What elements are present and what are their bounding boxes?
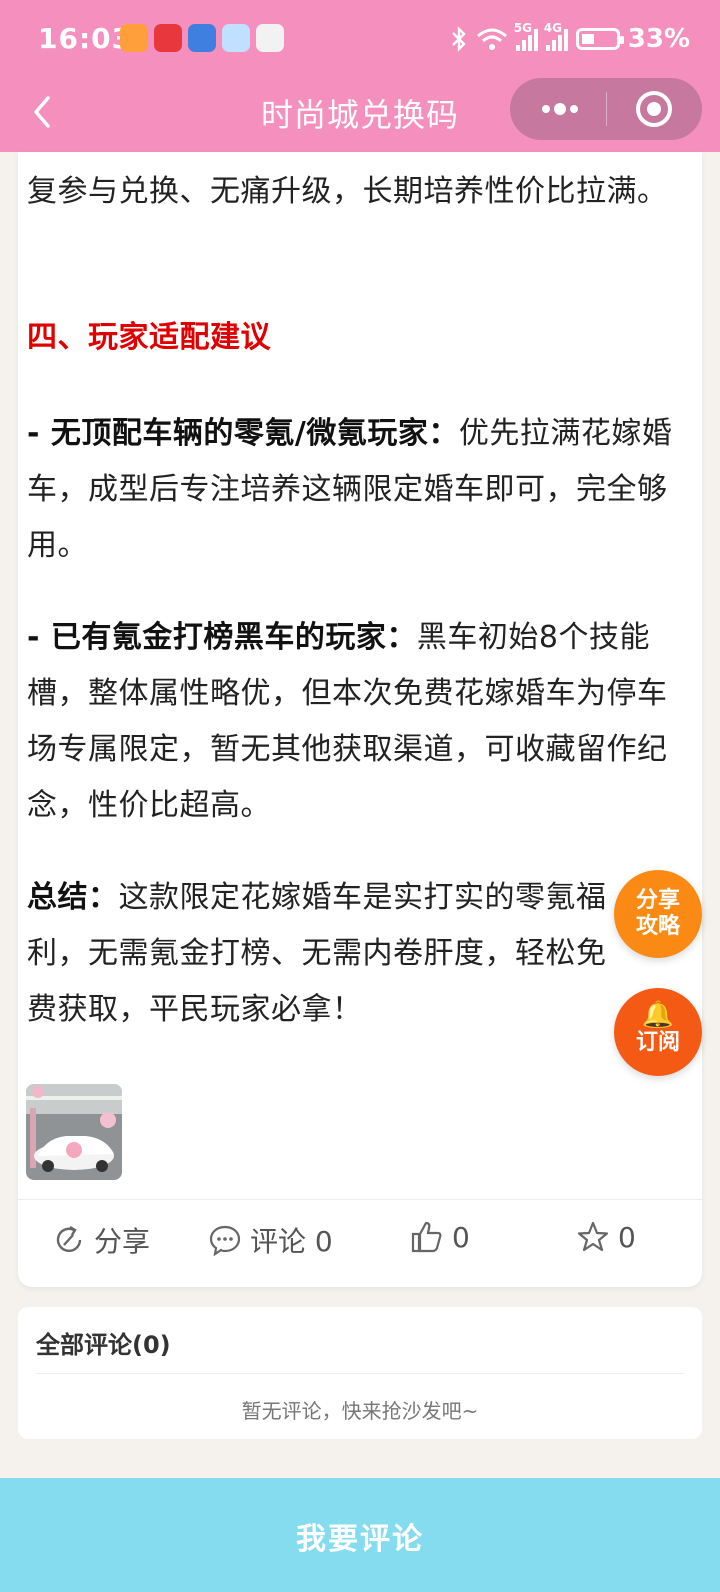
- bell-icon: 🔔: [641, 1000, 675, 1030]
- nav-header: 时尚城兑换码: [0, 78, 720, 152]
- wifi-icon: [476, 28, 507, 50]
- tip-bold: - 无顶配车辆的零氪/微氪玩家：: [27, 416, 459, 451]
- status-right: 5G 4G 33%: [450, 21, 690, 54]
- car-thumbnail-image[interactable]: [26, 1084, 122, 1180]
- capsule-divider: [606, 92, 607, 126]
- article-card: 复参与兑换、无痛升级，长期培养性价比拉满。 四、玩家适配建议 - 无顶配车辆的零…: [18, 152, 702, 1287]
- signal-5g-icon: 5G: [514, 21, 538, 51]
- tip-paragraph: - 已有氪金打榜黑车的玩家：黑车初始8个技能槽，整体属性略优，但本次免费花嫁婚车…: [27, 610, 695, 834]
- app-mail-icon: [154, 24, 182, 52]
- summary-paragraph: 总结：这款限定花嫁婚车是实打实的零氪福利，无需氪金打榜、无需内卷肝度，轻松免费获…: [27, 870, 619, 1038]
- action-bar: 分享 评论 0 0 0: [18, 1199, 702, 1287]
- star-icon: [577, 1221, 609, 1252]
- share-guide-line1: 分享: [635, 888, 680, 913]
- share-guide-line2: 攻略: [635, 914, 680, 939]
- subscribe-label: 订阅: [635, 1030, 680, 1055]
- battery-percent: 33%: [627, 24, 690, 54]
- favorite-button[interactable]: 0: [576, 1220, 636, 1254]
- app-game-icon: [256, 24, 284, 52]
- battery-icon: [575, 28, 624, 50]
- signal-4g-icon: 4G: [544, 21, 568, 51]
- comments-empty-text: 暂无评论，快来抢沙发吧~: [241, 1399, 479, 1423]
- write-comment-label: 我要评论: [296, 1522, 424, 1557]
- star-count: 0: [618, 1220, 636, 1254]
- top-bar: 16:03 5G 4G 33% 时尚城兑换码: [0, 0, 720, 152]
- status-bar: 16:03 5G 4G 33%: [0, 0, 720, 80]
- subscribe-button[interactable]: 🔔 订阅: [614, 988, 702, 1076]
- comment-icon: [209, 1225, 241, 1257]
- thumbs-up-icon: [411, 1221, 442, 1253]
- like-button[interactable]: 0: [410, 1220, 470, 1254]
- share-icon: [56, 1225, 82, 1252]
- like-count: 0: [452, 1220, 470, 1254]
- comment-label: 评论 0: [250, 1225, 333, 1258]
- write-comment-button[interactable]: 我要评论: [0, 1478, 720, 1592]
- notification-icons: [120, 24, 284, 52]
- status-time: 16:03: [38, 22, 133, 55]
- mini-program-capsule: [510, 78, 702, 140]
- comments-divider: [36, 1373, 684, 1374]
- summary-bold: 总结：: [27, 880, 119, 915]
- comments-title: 全部评论(0): [36, 1331, 171, 1359]
- tip-bold: - 已有氪金打榜黑车的玩家：: [27, 620, 417, 655]
- comments-section: 全部评论(0) 暂无评论，快来抢沙发吧~: [18, 1307, 702, 1439]
- network-5g-label: 5G: [513, 21, 532, 35]
- tip-paragraph: - 无顶配车辆的零氪/微氪玩家：优先拉满花嫁婚车，成型后专注培养这辆限定婚车即可…: [27, 406, 695, 574]
- share-label: 分享: [94, 1225, 151, 1258]
- share-button[interactable]: 分享: [52, 1220, 150, 1260]
- app-wallet-icon: [188, 24, 216, 52]
- app-heart-icon: [120, 24, 148, 52]
- comment-button[interactable]: 评论 0: [208, 1220, 333, 1260]
- article-paragraph: 复参与兑换、无痛升级，长期培养性价比拉满。: [27, 174, 668, 209]
- app-bot-icon: [222, 24, 250, 52]
- bluetooth-icon: [451, 26, 466, 52]
- close-record-icon[interactable]: [636, 91, 672, 127]
- section-heading: 四、玩家适配建议: [27, 320, 271, 355]
- share-guide-button[interactable]: 分享 攻略: [614, 870, 702, 958]
- more-dots-icon[interactable]: [540, 98, 580, 120]
- network-4g-label: 4G: [543, 21, 562, 35]
